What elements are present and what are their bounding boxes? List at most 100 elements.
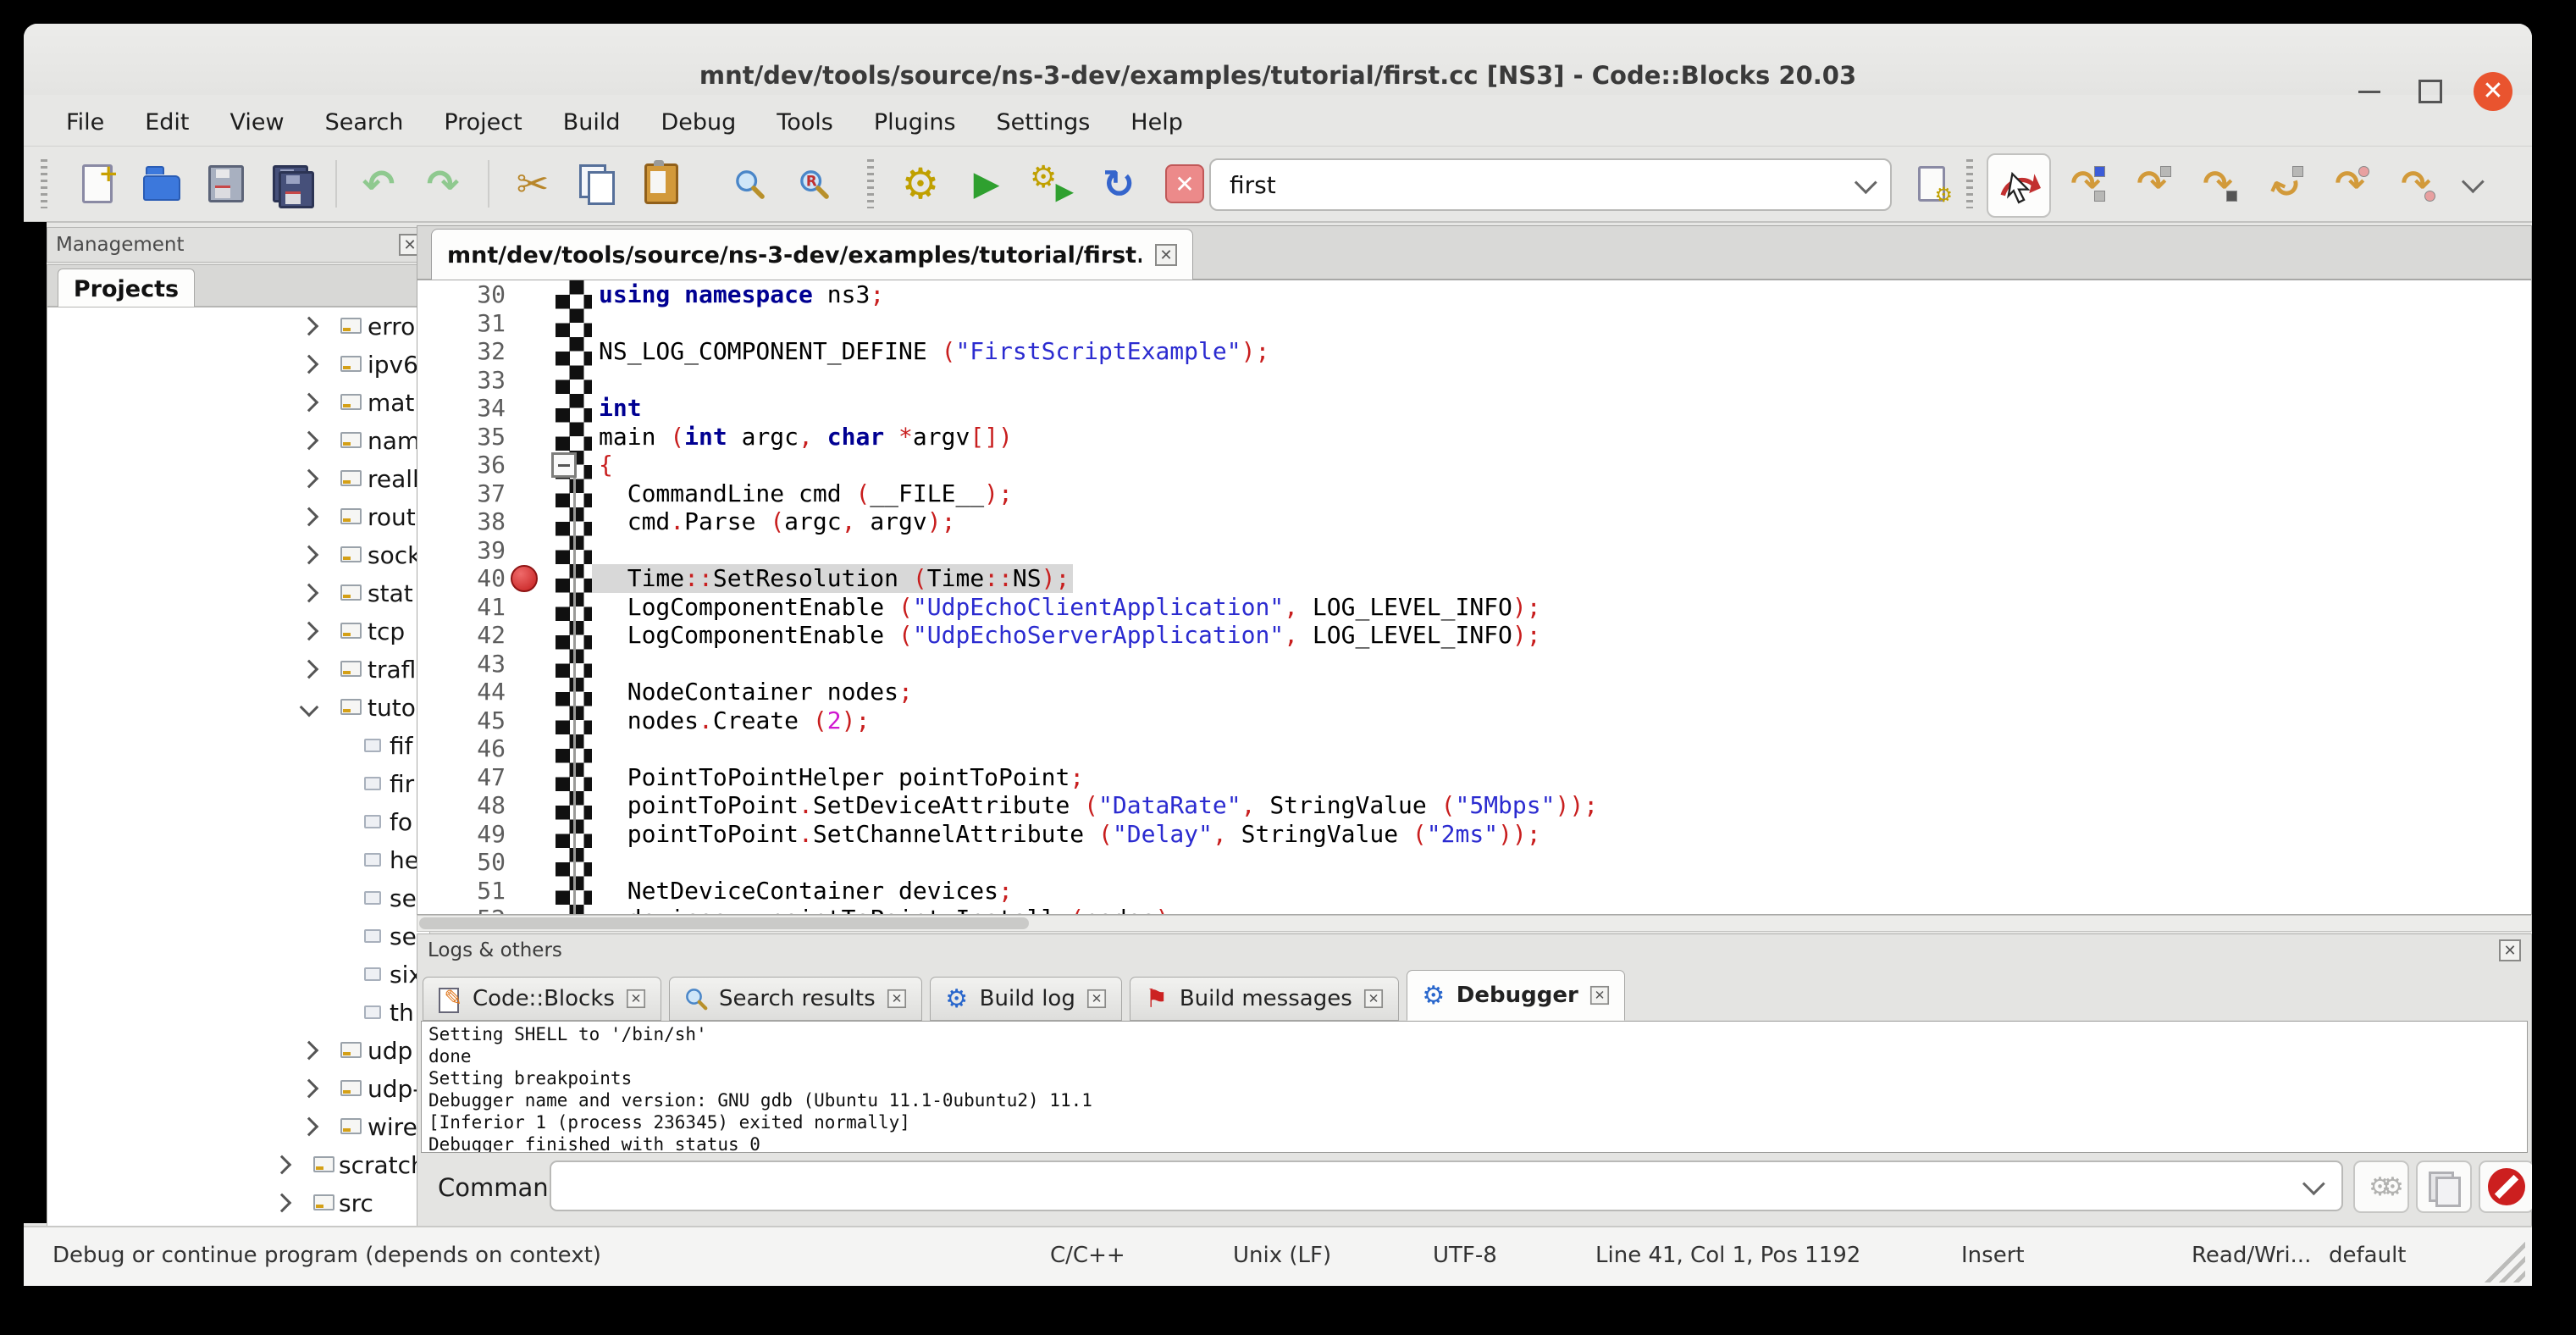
code-line-37[interactable]: CommandLine cmd (__FILE__); xyxy=(599,479,2531,508)
log-tab-search-results[interactable]: Search results✕ xyxy=(669,977,922,1021)
code-line-49[interactable]: pointToPoint.SetChannelAttribute ("Delay… xyxy=(599,820,2531,849)
undo-icon[interactable]: ↶ xyxy=(352,158,405,210)
code-line-36[interactable]: { xyxy=(599,451,2531,479)
menu-help[interactable]: Help xyxy=(1110,98,1203,146)
run-to-cursor-icon[interactable]: ↷ xyxy=(2059,158,2112,210)
menu-plugins[interactable]: Plugins xyxy=(854,98,976,146)
run-icon[interactable]: ▶ xyxy=(960,158,1013,210)
menu-search[interactable]: Search xyxy=(305,98,424,146)
code-line-30[interactable]: using namespace ns3; xyxy=(599,280,2531,309)
line-number[interactable]: 51 xyxy=(417,877,543,906)
project-tree[interactable]: erroipv6matnamreallroutsockstattcptraflt… xyxy=(47,307,430,1246)
tree-item-stat[interactable]: stat xyxy=(47,574,429,612)
debug-continue-button[interactable] xyxy=(1987,153,2051,218)
tree-item-six[interactable]: six xyxy=(47,956,429,994)
step-out-icon[interactable]: ↷ xyxy=(2258,158,2310,210)
log-tab-code-blocks[interactable]: ✎Code::Blocks✕ xyxy=(423,977,661,1021)
tree-item-udp-[interactable]: udp- xyxy=(47,1070,429,1108)
chevron-right-icon[interactable] xyxy=(300,355,319,374)
abort-build-icon[interactable]: ✕ xyxy=(1158,158,1211,210)
build-icon[interactable]: ⚙ xyxy=(894,158,947,210)
tree-item-sock[interactable]: sock xyxy=(47,536,429,574)
log-tab-close-button[interactable]: ✕ xyxy=(887,989,906,1008)
rebuild-icon[interactable]: ↻ xyxy=(1092,158,1145,210)
tree-item-rout[interactable]: rout xyxy=(47,498,429,536)
chevron-right-icon[interactable] xyxy=(300,469,319,489)
line-number[interactable]: 34 xyxy=(417,394,543,423)
next-instruction-icon[interactable]: ↷ xyxy=(2324,158,2376,210)
chevron-down-icon[interactable] xyxy=(300,698,319,717)
tree-item-fif[interactable]: fif xyxy=(47,727,429,765)
tree-item-se[interactable]: se xyxy=(47,879,429,917)
chevron-right-icon[interactable] xyxy=(300,1079,319,1099)
chevron-right-icon[interactable] xyxy=(300,393,319,413)
line-number[interactable]: 31 xyxy=(417,309,543,338)
code-line-45[interactable]: nodes.Create (2); xyxy=(599,706,2531,735)
code-line-41[interactable]: LogComponentEnable ("UdpEchoClientApplic… xyxy=(599,593,2531,622)
tree-item-reall[interactable]: reall xyxy=(47,460,429,498)
code-line-48[interactable]: pointToPoint.SetDeviceAttribute ("DataRa… xyxy=(599,791,2531,820)
line-number[interactable]: 50 xyxy=(417,848,543,877)
menu-edit[interactable]: Edit xyxy=(124,98,209,146)
chevron-right-icon[interactable] xyxy=(300,584,319,603)
menu-tools[interactable]: Tools xyxy=(756,98,854,146)
code-editor[interactable]: 3031323334353637383940414243444546474849… xyxy=(417,280,2532,915)
tab-projects[interactable]: Projects xyxy=(58,269,195,308)
logs-close-button[interactable]: ✕ xyxy=(2499,939,2521,961)
chevron-right-icon[interactable] xyxy=(300,507,319,527)
open-file-icon[interactable] xyxy=(135,158,188,210)
line-number[interactable]: 49 xyxy=(417,820,543,849)
chevron-right-icon[interactable] xyxy=(300,1117,319,1137)
menu-debug[interactable]: Debug xyxy=(641,98,757,146)
breakpoint-icon[interactable] xyxy=(511,565,538,592)
debug-window-options-button[interactable]: ⚙⚙ xyxy=(2353,1161,2409,1213)
editor-horizontal-scrollbar[interactable] xyxy=(417,915,2532,932)
line-number[interactable]: 36 xyxy=(417,451,543,479)
chevron-right-icon[interactable] xyxy=(273,1194,292,1213)
editor-tab-close-button[interactable]: ✕ xyxy=(1155,244,1177,266)
tree-item-ipv6[interactable]: ipv6 xyxy=(47,346,429,384)
new-file-icon[interactable]: + xyxy=(71,158,124,210)
tree-item-src[interactable]: src xyxy=(47,1184,429,1222)
build-target-options-icon[interactable]: ⚙ xyxy=(1905,158,1958,210)
tree-item-he[interactable]: he xyxy=(47,841,429,879)
code-line-35[interactable]: main (int argc, char *argv[]) xyxy=(599,423,2531,451)
tree-item-mat[interactable]: mat xyxy=(47,384,429,422)
menu-project[interactable]: Project xyxy=(423,98,542,146)
code-line-44[interactable]: NodeContainer nodes; xyxy=(599,678,2531,706)
scrollbar-thumb[interactable] xyxy=(419,917,1029,929)
redo-icon[interactable]: ↷ xyxy=(417,158,469,210)
code-line-52[interactable]: devices = pointToPoint.Install (nodes); xyxy=(599,905,2531,915)
line-number[interactable]: 32 xyxy=(417,337,543,366)
save-icon[interactable] xyxy=(200,158,252,210)
chevron-right-icon[interactable] xyxy=(300,431,319,451)
chevron-right-icon[interactable] xyxy=(300,660,319,679)
tree-item-se[interactable]: se xyxy=(47,917,429,956)
cut-icon[interactable]: ✂ xyxy=(506,158,559,210)
chevron-down-icon[interactable] xyxy=(2302,1172,2325,1195)
line-number[interactable]: 41 xyxy=(417,593,543,622)
build-and-run-icon[interactable]: ⚙▶ xyxy=(1026,158,1079,210)
tree-item-fir[interactable]: fir xyxy=(47,765,429,803)
chevron-right-icon[interactable] xyxy=(300,317,319,336)
code-line-43[interactable] xyxy=(599,650,2531,679)
log-tab-close-button[interactable]: ✕ xyxy=(1364,989,1383,1008)
resize-grip[interactable] xyxy=(2476,1233,2525,1282)
log-tab-debugger[interactable]: ⚙Debugger✕ xyxy=(1407,970,1625,1021)
log-tab-build-messages[interactable]: ⚑Build messages✕ xyxy=(1130,977,1399,1021)
chevron-right-icon[interactable] xyxy=(273,1155,292,1175)
code-line-51[interactable]: NetDeviceContainer devices; xyxy=(599,877,2531,906)
line-number-gutter[interactable]: 3031323334353637383940414243444546474849… xyxy=(417,280,543,914)
paste-icon[interactable] xyxy=(635,158,688,210)
line-number[interactable]: 44 xyxy=(417,678,543,706)
log-tab-build-log[interactable]: ⚙Build log✕ xyxy=(930,977,1122,1021)
line-number[interactable]: 42 xyxy=(417,621,543,650)
next-line-icon[interactable]: ↷ xyxy=(2125,158,2178,210)
code-line-39[interactable] xyxy=(599,536,2531,565)
code-line-32[interactable]: NS_LOG_COMPONENT_DEFINE ("FirstScriptExa… xyxy=(599,337,2531,366)
line-number[interactable]: 30 xyxy=(417,280,543,309)
log-tab-close-button[interactable]: ✕ xyxy=(1590,986,1609,1005)
save-all-icon[interactable] xyxy=(264,158,317,210)
copy-icon[interactable] xyxy=(571,158,623,210)
tree-item-tcp[interactable]: tcp xyxy=(47,612,429,651)
